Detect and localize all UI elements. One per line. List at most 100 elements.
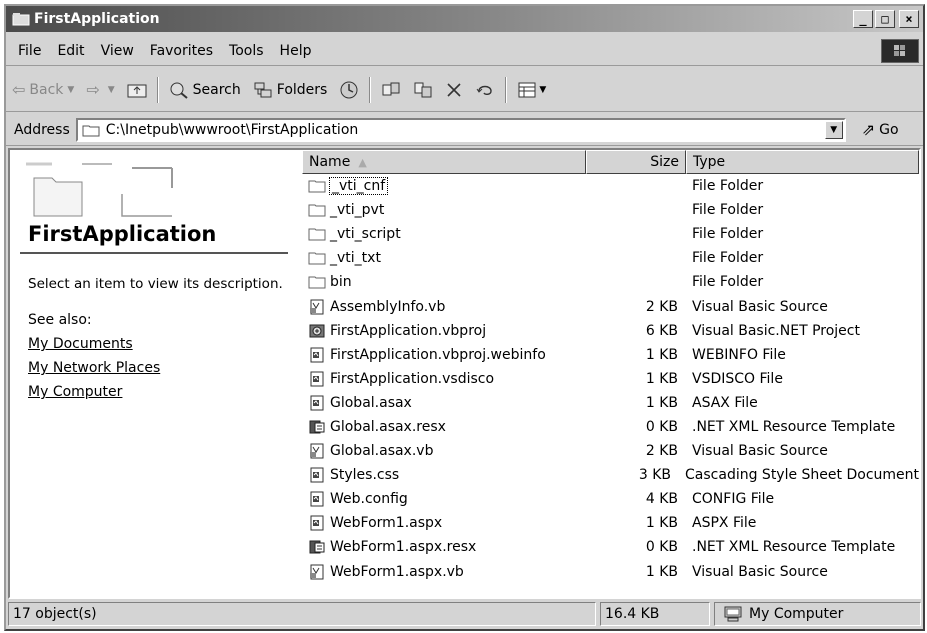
- views-dropdown-icon[interactable]: ▼: [539, 85, 546, 95]
- column-header-name[interactable]: Name ▲: [302, 150, 586, 174]
- address-field[interactable]: C:\Inetpub\wwwroot\FirstApplication ▼: [75, 117, 846, 142]
- delete-button[interactable]: [439, 75, 469, 105]
- standard-toolbar: ⇦ Back ▼ ⇨ ▼ Search Folders ▼: [6, 68, 923, 112]
- menu-edit[interactable]: Edit: [49, 43, 92, 59]
- file-row[interactable]: _vti_script File Folder: [302, 222, 919, 246]
- column-header-size[interactable]: Size: [586, 150, 686, 174]
- file-row[interactable]: WebForm1.aspx 1 KB ASPX File: [302, 511, 919, 535]
- file-name-cell[interactable]: _vti_cnf: [302, 177, 586, 196]
- file-size: 6 KB: [645, 322, 678, 339]
- undo-button[interactable]: [469, 75, 501, 105]
- up-folder-icon: [127, 84, 147, 97]
- file-name: _vti_cnf: [328, 177, 389, 196]
- file-name-cell[interactable]: Global.asax.resx: [302, 419, 586, 435]
- address-value: C:\Inetpub\wwwroot\FirstApplication: [105, 121, 359, 138]
- move-to-button[interactable]: [375, 75, 407, 105]
- file-type: VSDISCO File: [692, 370, 783, 387]
- file-list: Name ▲ Size Type _vti_cnf File Folder _vti…: [302, 150, 919, 597]
- file-type: File Folder: [692, 274, 764, 291]
- file-name-cell[interactable]: WebForm1.aspx.resx: [302, 539, 586, 555]
- address-dropdown-button[interactable]: ▼: [824, 120, 843, 139]
- file-row[interactable]: _vti_cnf File Folder: [302, 174, 919, 198]
- file-name-cell[interactable]: FirstApplication.vbproj: [302, 323, 586, 339]
- file-type: Visual Basic Source: [692, 563, 828, 580]
- vb-project-icon: [308, 323, 326, 339]
- menu-file[interactable]: File: [10, 43, 49, 59]
- file-type: File Folder: [692, 226, 764, 243]
- file-type: WEBINFO File: [692, 346, 786, 363]
- file-row[interactable]: Styles.css 3 KB Cascading Style Sheet Docu…: [302, 463, 919, 487]
- column-header-type[interactable]: Type: [686, 150, 919, 174]
- file-name-cell[interactable]: FirstApplication.vsdisco: [302, 371, 586, 387]
- minimize-button[interactable]: _: [853, 10, 873, 28]
- file-row[interactable]: FirstApplication.vbproj.webinfo 1 KB WEBIN…: [302, 343, 919, 367]
- address-bar: Address C:\Inetpub\wwwroot\FirstApplicat…: [6, 114, 923, 146]
- search-button[interactable]: Search: [163, 75, 247, 105]
- file-row[interactable]: WebForm1.aspx.vb 1 KB Visual Basic Source: [302, 560, 919, 584]
- toolbar-separator: [156, 76, 159, 103]
- file-row[interactable]: WebForm1.aspx.resx 0 KB .NET XML Resource …: [302, 535, 919, 559]
- file-size: 3 KB: [638, 467, 672, 484]
- folder-icon: [308, 274, 326, 290]
- file-name-cell[interactable]: WebForm1.aspx: [302, 515, 586, 531]
- file-row[interactable]: Global.asax.vb 2 KB Visual Basic Source: [302, 439, 919, 463]
- folder-icon: [308, 178, 326, 194]
- folders-button[interactable]: Folders: [247, 75, 334, 105]
- file-type: CONFIG File: [692, 491, 775, 508]
- history-button[interactable]: [333, 75, 365, 105]
- close-button[interactable]: ×: [899, 10, 919, 28]
- list-header: Name ▲ Size Type: [302, 150, 919, 174]
- file-row[interactable]: Web.config 4 KB CONFIG File: [302, 487, 919, 511]
- back-button[interactable]: ⇦ Back ▼: [6, 75, 80, 105]
- status-zone: My Computer: [714, 602, 921, 626]
- up-folder-button[interactable]: [121, 75, 153, 105]
- file-row[interactable]: Global.asax.resx 0 KB .NET XML Resource Te…: [302, 415, 919, 439]
- link-my-network-places[interactable]: My Network Places: [28, 360, 160, 384]
- content-area: FirstApplication Select an item to view …: [8, 148, 921, 599]
- menu-favorites[interactable]: Favorites: [142, 43, 221, 59]
- column-size-label: Size: [650, 154, 679, 170]
- menu-view[interactable]: View: [93, 43, 142, 59]
- back-dropdown-icon[interactable]: ▼: [67, 85, 74, 95]
- history-icon: [340, 81, 358, 98]
- file-type: Visual Basic Source: [692, 298, 828, 315]
- see-also-label: See also:: [28, 312, 92, 328]
- file-name-cell[interactable]: bin: [302, 274, 586, 290]
- file-name-cell[interactable]: _vti_script: [302, 226, 586, 242]
- forward-dropdown-icon[interactable]: ▼: [108, 85, 115, 95]
- title-bar[interactable]: FirstApplication _ □ ×: [6, 6, 923, 32]
- file-name-cell[interactable]: Global.asax: [302, 395, 586, 411]
- folders-label: Folders: [276, 81, 328, 98]
- go-button[interactable]: ⇗ Go: [862, 120, 899, 139]
- file-name-cell[interactable]: Global.asax.vb: [302, 443, 586, 459]
- link-my-computer[interactable]: My Computer: [28, 384, 160, 408]
- file-row[interactable]: _vti_pvt File Folder: [302, 198, 919, 222]
- file-row[interactable]: AssemblyInfo.vb 2 KB Visual Basic Source: [302, 294, 919, 318]
- menu-help[interactable]: Help: [272, 43, 320, 59]
- file-row[interactable]: FirstApplication.vbproj 6 KB Visual Basic.…: [302, 319, 919, 343]
- file-name-cell[interactable]: _vti_pvt: [302, 202, 586, 218]
- search-icon: [170, 82, 188, 99]
- folder-icon: [308, 250, 326, 266]
- file-name-cell[interactable]: _vti_txt: [302, 250, 586, 266]
- file-name-cell[interactable]: FirstApplication.vbproj.webinfo: [302, 347, 586, 363]
- menu-tools[interactable]: Tools: [221, 43, 272, 59]
- copy-to-button[interactable]: [407, 75, 439, 105]
- file-row[interactable]: FirstApplication.vsdisco 1 KB VSDISCO File: [302, 367, 919, 391]
- maximize-button[interactable]: □: [875, 10, 895, 28]
- file-row[interactable]: bin File Folder: [302, 270, 919, 294]
- file-name: FirstApplication.vbproj: [330, 322, 487, 339]
- file-name-cell[interactable]: WebForm1.aspx.vb: [302, 564, 586, 580]
- forward-button[interactable]: ⇨ ▼: [80, 75, 120, 105]
- views-button[interactable]: ▼: [511, 75, 552, 105]
- file-name-cell[interactable]: AssemblyInfo.vb: [302, 299, 586, 315]
- file-row[interactable]: Global.asax 1 KB ASAX File: [302, 391, 919, 415]
- file-row[interactable]: _vti_txt File Folder: [302, 246, 919, 270]
- file-name: Styles.css: [330, 467, 400, 484]
- file-size: 1 KB: [645, 370, 678, 387]
- file-name-cell[interactable]: Web.config: [302, 491, 586, 507]
- file-size: 0 KB: [645, 418, 678, 435]
- link-my-documents[interactable]: My Documents: [28, 336, 160, 360]
- file-name-cell[interactable]: Styles.css: [302, 467, 581, 483]
- generic-file-icon: [308, 467, 326, 483]
